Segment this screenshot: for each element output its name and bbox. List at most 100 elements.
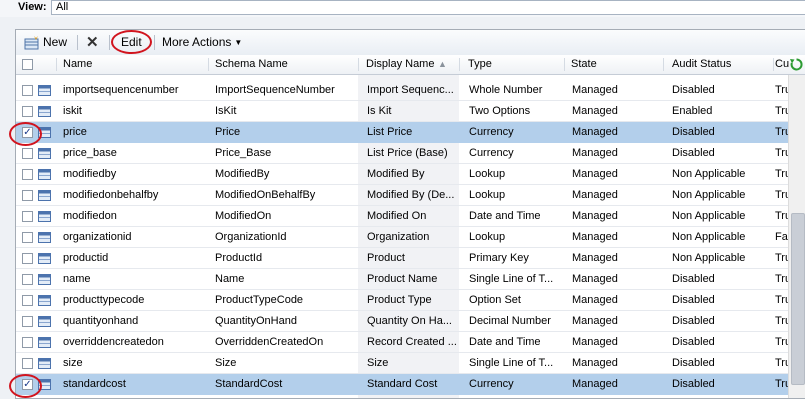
cell-type: Lookup xyxy=(469,168,506,180)
table-row[interactable]: iskit IsKit Is Kit Two Options Managed Enable… xyxy=(16,101,788,122)
cell-name: modifiedon xyxy=(63,210,117,222)
field-icon xyxy=(38,169,51,180)
delete-icon[interactable]: ✕ xyxy=(86,34,99,51)
row-checkbox[interactable] xyxy=(22,274,33,285)
row-checkbox[interactable] xyxy=(22,190,33,201)
column-header-customizable[interactable]: Cu xyxy=(775,55,790,74)
cell-name: price_base xyxy=(63,147,117,159)
field-icon xyxy=(38,148,51,159)
cell-display-name: Modified On xyxy=(367,210,427,222)
row-checkbox[interactable] xyxy=(22,106,33,117)
checkbox-highlight-circle xyxy=(9,374,42,398)
column-header-schema-name[interactable]: Schema Name xyxy=(215,55,355,74)
select-all-checkbox[interactable] xyxy=(22,59,33,70)
toolbar-divider xyxy=(109,35,110,50)
dropdown-arrow-icon: ▼ xyxy=(234,38,243,47)
field-icon xyxy=(38,316,51,327)
table-row[interactable]: modifiedonbehalfby ModifiedOnBehalfBy Modi… xyxy=(16,185,788,206)
edit-highlight-circle xyxy=(111,30,152,54)
cell-audit-status: Disabled xyxy=(672,84,715,96)
cell-schema-name: ImportSequenceNumber xyxy=(215,84,335,96)
cell-type: Whole Number xyxy=(469,84,543,96)
column-header-name[interactable]: Name xyxy=(63,55,203,74)
row-checkbox[interactable] xyxy=(22,211,33,222)
cell-display-name: Is Kit xyxy=(367,105,392,117)
cell-display-name: Standard Cost xyxy=(367,378,438,390)
view-select[interactable]: All xyxy=(51,0,805,15)
more-actions-button[interactable]: More Actions ▼ xyxy=(162,34,242,51)
table-row[interactable]: producttypecode ProductTypeCode Product Ty… xyxy=(16,290,788,311)
table-row[interactable]: ✓ standardcost StandardCost Standard Cost Cu… xyxy=(16,374,788,395)
table-row[interactable]: organizationid OrganizationId Organization… xyxy=(16,227,788,248)
row-checkbox[interactable] xyxy=(22,358,33,369)
cell-audit-status: Non Applicable xyxy=(672,210,746,222)
new-label: New xyxy=(43,35,68,49)
row-checkbox[interactable] xyxy=(22,85,33,96)
cell-state: Managed xyxy=(572,315,618,327)
cell-customizable: Tru xyxy=(775,126,788,138)
table-row[interactable]: overriddencreatedon OverriddenCreatedOn Re… xyxy=(16,332,788,353)
cell-customizable: Tru xyxy=(775,105,788,117)
table-row[interactable]: productid ProductId Product Primary Key Mana… xyxy=(16,248,788,269)
row-checkbox[interactable] xyxy=(22,169,33,180)
cell-display-name: Organization xyxy=(367,231,430,243)
cell-type: Lookup xyxy=(469,189,506,201)
cell-type: Primary Key xyxy=(469,252,529,264)
cell-state: Managed xyxy=(572,357,618,369)
table-row[interactable]: ✓ price Price List Price Currency Managed Disa… xyxy=(16,122,788,143)
cell-display-name: Product xyxy=(367,252,405,264)
column-header-type[interactable]: Type xyxy=(468,55,563,74)
refresh-icon[interactable] xyxy=(790,58,803,71)
cell-name: price xyxy=(63,126,87,138)
row-checkbox[interactable] xyxy=(22,337,33,348)
new-button[interactable]: New xyxy=(24,34,67,51)
field-icon xyxy=(38,358,51,369)
row-checkbox[interactable] xyxy=(22,316,33,327)
table-row[interactable]: size Size Size Single Line of T... Managed Di… xyxy=(16,353,788,374)
cell-state: Managed xyxy=(572,147,618,159)
cell-name: iskit xyxy=(63,105,82,117)
cell-schema-name: Name xyxy=(215,273,245,285)
cell-audit-status: Non Applicable xyxy=(672,168,746,180)
row-checkbox[interactable] xyxy=(22,232,33,243)
cell-audit-status: Non Applicable xyxy=(672,189,746,201)
cell-audit-status: Disabled xyxy=(672,378,715,390)
cell-display-name: Product Name xyxy=(367,273,438,285)
cell-customizable: Tru xyxy=(775,336,788,348)
cell-audit-status: Disabled xyxy=(672,294,715,306)
cell-customizable: Tru xyxy=(775,168,788,180)
table-row[interactable]: importsequencenumber ImportSequenceNumber… xyxy=(16,80,788,101)
fields-grid: importsequencenumber ImportSequenceNumber… xyxy=(16,75,788,398)
cell-customizable: Tru xyxy=(775,189,788,201)
row-checkbox[interactable] xyxy=(22,295,33,306)
cell-type: Date and Time xyxy=(469,336,541,348)
table-row[interactable]: quantityonhand QuantityOnHand Quantity On … xyxy=(16,311,788,332)
cell-customizable: Tru xyxy=(775,357,788,369)
table-row[interactable]: name Name Product Name Single Line of T... M… xyxy=(16,269,788,290)
column-header-row: Name Schema Name Display Name ▲ Type Sta… xyxy=(16,55,805,75)
column-header-audit-status[interactable]: Audit Status xyxy=(672,55,772,74)
cell-type: Single Line of T... xyxy=(469,357,554,369)
cell-display-name: List Price (Base) xyxy=(367,147,448,159)
cell-type: Option Set xyxy=(469,294,521,306)
row-checkbox[interactable] xyxy=(22,253,33,264)
toolbar-divider xyxy=(77,35,78,50)
cell-state: Managed xyxy=(572,105,618,117)
table-row[interactable]: price_base Price_Base List Price (Base) Cur… xyxy=(16,143,788,164)
cell-schema-name: Size xyxy=(215,357,237,369)
table-row[interactable]: modifiedby ModifiedBy Modified By Lookup Man… xyxy=(16,164,788,185)
vertical-scrollbar[interactable] xyxy=(788,75,805,398)
cell-audit-status: Disabled xyxy=(672,273,715,285)
row-checkbox[interactable] xyxy=(22,148,33,159)
cell-state: Managed xyxy=(572,378,618,390)
column-header-display-name[interactable]: Display Name xyxy=(366,55,446,74)
scrollbar-thumb[interactable] xyxy=(791,213,805,385)
cell-state: Managed xyxy=(572,84,618,96)
view-bar: View: All xyxy=(0,0,805,17)
cell-name: producttypecode xyxy=(63,294,145,306)
field-icon xyxy=(38,232,51,243)
checkbox-highlight-circle xyxy=(9,122,42,146)
column-header-state[interactable]: State xyxy=(571,55,661,74)
table-row[interactable]: modifiedon ModifiedOn Modified On Date and … xyxy=(16,206,788,227)
field-icon xyxy=(38,190,51,201)
